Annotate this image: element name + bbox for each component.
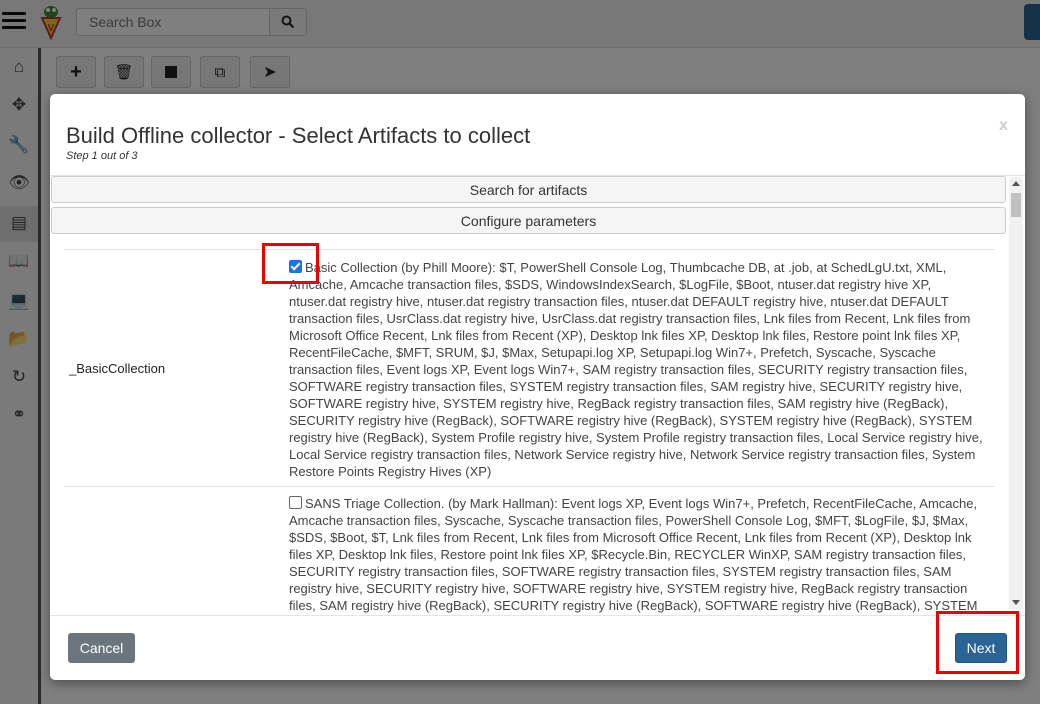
artifact-name: _BasicCollection (69, 361, 166, 376)
table-row[interactable]: _BasicCollection Basic Collection (by Ph… (64, 249, 994, 486)
artifact-description-text: Basic Collection (by Phill Moore): $T, P… (289, 260, 983, 479)
scrollbar-thumb[interactable] (1011, 193, 1021, 217)
modal-footer: Cancel Next (50, 615, 1025, 680)
next-button-highlight-box (936, 611, 1019, 674)
table-row[interactable]: SANS Triage Collection. (by Mark Hallman… (64, 486, 994, 616)
modal-title: Build Offline collector - Select Artifac… (66, 123, 531, 148)
artifact-description: Basic Collection (by Phill Moore): $T, P… (289, 259, 989, 480)
step-indicator: Step 1 out of 3 (66, 150, 138, 162)
build-offline-collector-dialog: Build Offline collector - Select Artifac… (50, 94, 1025, 680)
checkbox-highlight-box (262, 243, 319, 284)
search-artifacts-section[interactable]: Search for artifacts (51, 176, 1006, 203)
vertical-scrollbar[interactable] (1009, 177, 1023, 609)
artifact-description-text: SANS Triage Collection. (by Mark Hallman… (289, 496, 978, 613)
cancel-button[interactable]: Cancel (68, 633, 135, 663)
artifact-checkbox[interactable] (289, 496, 302, 509)
close-icon[interactable]: x (999, 117, 1008, 135)
configure-parameters-section[interactable]: Configure parameters (51, 207, 1006, 234)
modal-body[interactable]: Search for artifacts Configure parameter… (50, 175, 1025, 616)
artifact-description: SANS Triage Collection. (by Mark Hallman… (289, 495, 989, 614)
scroll-down-arrow-icon[interactable] (1012, 600, 1020, 605)
scroll-up-arrow-icon[interactable] (1012, 181, 1020, 186)
